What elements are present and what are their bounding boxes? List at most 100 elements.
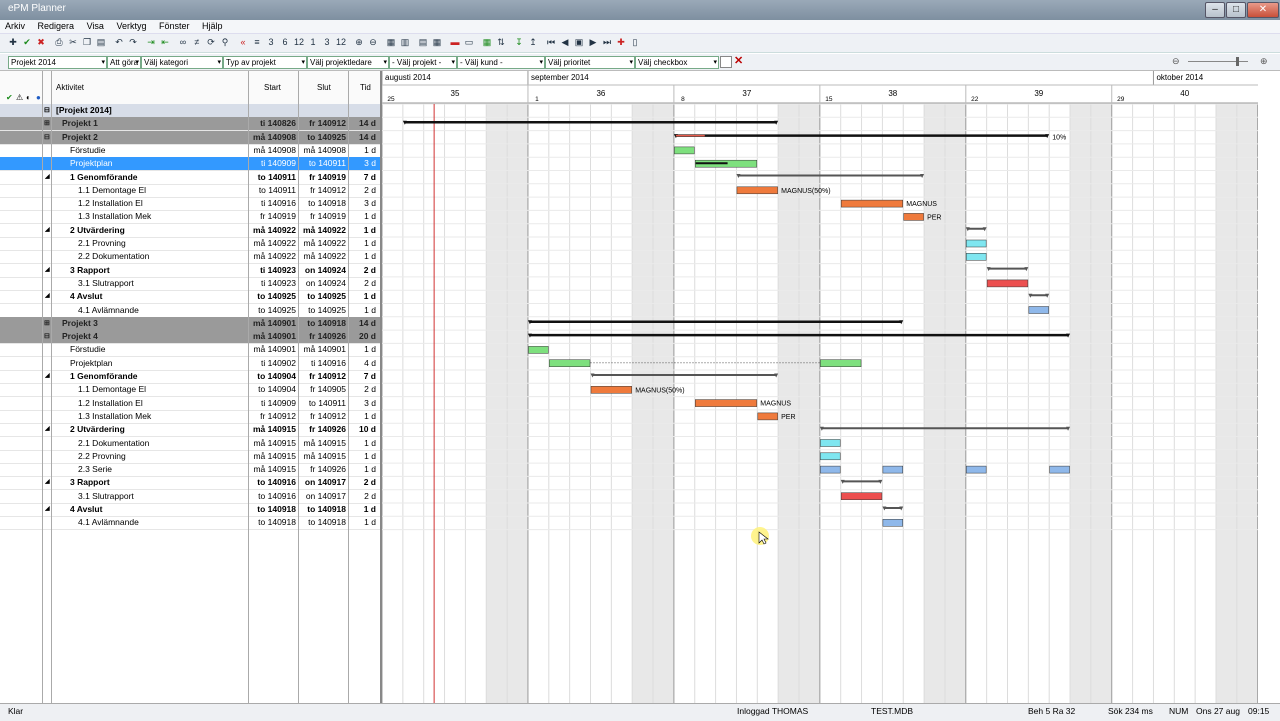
table-row[interactable]: 1.1 Demontage El to 140904 fr 140905 2 d — [0, 383, 380, 398]
redo-icon[interactable]: ↷ — [126, 36, 140, 49]
table-row[interactable]: 2.1 Provning må 140922 må 140922 1 d — [0, 237, 380, 251]
bar-icon[interactable]: ▬ — [448, 36, 462, 49]
minimize-button[interactable]: – — [1205, 2, 1225, 18]
maximize-button[interactable]: □ — [1226, 2, 1246, 18]
table-row[interactable]: ◢ 4 Avslut to 140918 to 140918 1 d — [0, 503, 380, 517]
expand-toggle-icon[interactable]: ⊞ — [44, 317, 50, 330]
table-row[interactable]: ⊟ [Projekt 2014] — [0, 104, 380, 118]
table-row[interactable]: ◢ 1 Genomförande to 140904 fr 140912 7 d — [0, 370, 380, 384]
table-icon[interactable]: ▥ — [398, 36, 412, 49]
rows-icon[interactable]: ▦ — [430, 36, 444, 49]
bar2-icon[interactable]: ▭ — [462, 36, 476, 49]
unlink-icon[interactable]: ≠ — [190, 36, 204, 49]
indent-icon[interactable]: ⇥ — [144, 36, 158, 49]
table-row[interactable]: ⊞ Projekt 3 må 140901 to 140918 14 d — [0, 316, 380, 331]
table-row[interactable]: ◢ 2 Utvärdering må 140915 fr 140926 10 d — [0, 423, 380, 438]
page-icon[interactable]: ▣ — [572, 36, 586, 49]
filter-dropdown[interactable]: Välj projektledare — [307, 56, 389, 69]
outdent-icon[interactable]: ⇤ — [158, 36, 172, 49]
collapse-arrow-icon[interactable]: ◢ — [45, 503, 50, 516]
table-row[interactable]: 4.1 Avlämnande to 140925 to 140925 1 d — [0, 304, 380, 318]
print-icon[interactable]: ⎙ — [52, 36, 66, 49]
zoom-out-icon[interactable]: ⊖ — [366, 36, 380, 49]
column-header-end[interactable]: Slut — [317, 83, 331, 92]
table-row[interactable]: 1.2 Installation El ti 140909 to 140911 3 d — [0, 397, 380, 411]
table-row[interactable]: 1.1 Demontage El to 140911 fr 140912 2 d — [0, 184, 380, 198]
table-row[interactable]: 2.1 Dokumentation må 140915 må 140915 1 d — [0, 437, 380, 451]
column-header-time[interactable]: Tid — [360, 83, 371, 92]
table-row[interactable]: ⊟ Projekt 2 må 140908 to 140925 14 d — [0, 130, 380, 145]
collapse-arrow-icon[interactable]: ◢ — [45, 370, 50, 383]
menu-hjalp[interactable]: Hjälp — [197, 20, 228, 32]
link-icon[interactable]: ∞ — [176, 36, 190, 49]
sort-icon[interactable]: ⇅ — [494, 36, 508, 49]
zoom-text[interactable]: 12 — [292, 36, 306, 49]
calendar-icon[interactable]: ▦ — [480, 36, 494, 49]
filter-dropdown[interactable]: Välj kategori — [141, 56, 223, 69]
filter-dropdown[interactable]: Att göra — [107, 56, 141, 69]
collapse-arrow-icon[interactable]: ◢ — [45, 290, 50, 303]
grid-icon[interactable]: ▦ — [384, 36, 398, 49]
expand-toggle-icon[interactable]: ⊟ — [44, 131, 50, 144]
menu-arkiv[interactable]: Arkiv — [0, 20, 30, 32]
menu-redigera[interactable]: Redigera — [33, 20, 80, 32]
table-row[interactable]: ◢ 4 Avslut to 140925 to 140925 1 d — [0, 290, 380, 305]
collapse-arrow-icon[interactable]: ◢ — [45, 224, 50, 237]
table-row[interactable]: ◢ 2 Utvärdering må 140922 må 140922 1 d — [0, 224, 380, 238]
collapse-arrow-icon[interactable]: ◢ — [45, 476, 50, 489]
filter-dropdown[interactable]: Typ av projekt — [223, 56, 307, 69]
table-row[interactable]: 3.1 Slutrapport to 140916 on 140917 2 d — [0, 490, 380, 504]
zoom-in-slider-icon[interactable]: ⊕ — [1260, 56, 1268, 67]
table-row[interactable]: Projektplan ti 140909 to 140911 3 d — [0, 157, 380, 172]
zoom-slider-handle[interactable] — [1236, 57, 1239, 66]
filter-dropdown[interactable]: Projekt 2014 — [8, 56, 107, 69]
binoculars-icon[interactable]: ⚲ — [218, 36, 232, 49]
filter-checkbox[interactable] — [720, 56, 732, 68]
table-row[interactable]: Projektplan ti 140902 ti 140916 4 d — [0, 357, 380, 371]
prev-icon[interactable]: ◀ — [558, 36, 572, 49]
table-row[interactable]: ◢ 3 Rapport ti 140923 on 140924 2 d — [0, 264, 380, 278]
delete-icon[interactable]: ✖ — [34, 36, 48, 49]
remove-row-icon[interactable]: ↥ — [526, 36, 540, 49]
zoom-text[interactable]: 3 — [320, 36, 334, 49]
zoom-text[interactable]: 3 — [264, 36, 278, 49]
undo-icon[interactable]: ↶ — [112, 36, 126, 49]
column-header-activity[interactable]: Aktivitet — [56, 83, 84, 92]
align-icon[interactable]: ≡ — [250, 36, 264, 49]
new-icon[interactable]: ✚ — [6, 36, 20, 49]
clear-filter-icon[interactable]: ✕ — [734, 54, 743, 67]
close-button[interactable]: ✕ — [1247, 2, 1279, 18]
column-header-start[interactable]: Start — [264, 83, 281, 92]
copy-icon[interactable]: ❐ — [80, 36, 94, 49]
collapse-arrow-icon[interactable]: ◢ — [45, 423, 50, 436]
table-row[interactable]: 3.1 Slutrapport ti 140923 on 140924 2 d — [0, 277, 380, 291]
table-row[interactable]: Förstudie må 140908 må 140908 1 d — [0, 144, 380, 158]
menu-verktyg[interactable]: Verktyg — [111, 20, 151, 32]
table-row[interactable]: Förstudie må 140901 må 140901 1 d — [0, 343, 380, 358]
table-row[interactable]: 1.3 Installation Mek fr 140919 fr 140919 1 … — [0, 210, 380, 225]
columns-icon[interactable]: ▤ — [416, 36, 430, 49]
expand-toggle-icon[interactable]: ⊞ — [44, 117, 50, 130]
zoom-text[interactable]: 12 — [334, 36, 348, 49]
zoom-out-slider-icon[interactable]: ⊖ — [1172, 56, 1180, 67]
expand-toggle-icon[interactable]: ⊟ — [44, 330, 50, 343]
doc-icon[interactable]: ▯ — [628, 36, 642, 49]
table-row[interactable]: 2.3 Serie må 140915 fr 140926 1 d — [0, 463, 380, 478]
zoom-in-icon[interactable]: ⊕ — [352, 36, 366, 49]
next-icon[interactable]: ▶ — [586, 36, 600, 49]
zoom-slider[interactable] — [1188, 61, 1248, 62]
expand-toggle-icon[interactable]: ⊟ — [44, 104, 50, 117]
filter-dropdown[interactable]: - Välj projekt - — [389, 56, 457, 69]
table-row[interactable]: ◢ 1 Genomförande to 140911 fr 140919 7 d — [0, 171, 380, 185]
paste-icon[interactable]: ▤ — [94, 36, 108, 49]
zoom-text[interactable]: 1 — [306, 36, 320, 49]
refresh-icon[interactable]: ⟳ — [204, 36, 218, 49]
table-row[interactable]: ⊟ Projekt 4 må 140901 fr 140926 20 d — [0, 330, 380, 345]
table-row[interactable]: ◢ 3 Rapport to 140916 on 140917 2 d — [0, 476, 380, 491]
table-row[interactable]: 1.3 Installation Mek fr 140912 fr 140912 1 … — [0, 410, 380, 424]
zoom-text[interactable]: 6 — [278, 36, 292, 49]
table-row[interactable]: 2.2 Provning må 140915 må 140915 1 d — [0, 450, 380, 464]
first-icon[interactable]: ⏮ — [544, 36, 558, 49]
table-row[interactable]: 1.2 Installation El ti 140916 to 140918 3 d — [0, 197, 380, 212]
pin-icon[interactable]: ✚ — [614, 36, 628, 49]
